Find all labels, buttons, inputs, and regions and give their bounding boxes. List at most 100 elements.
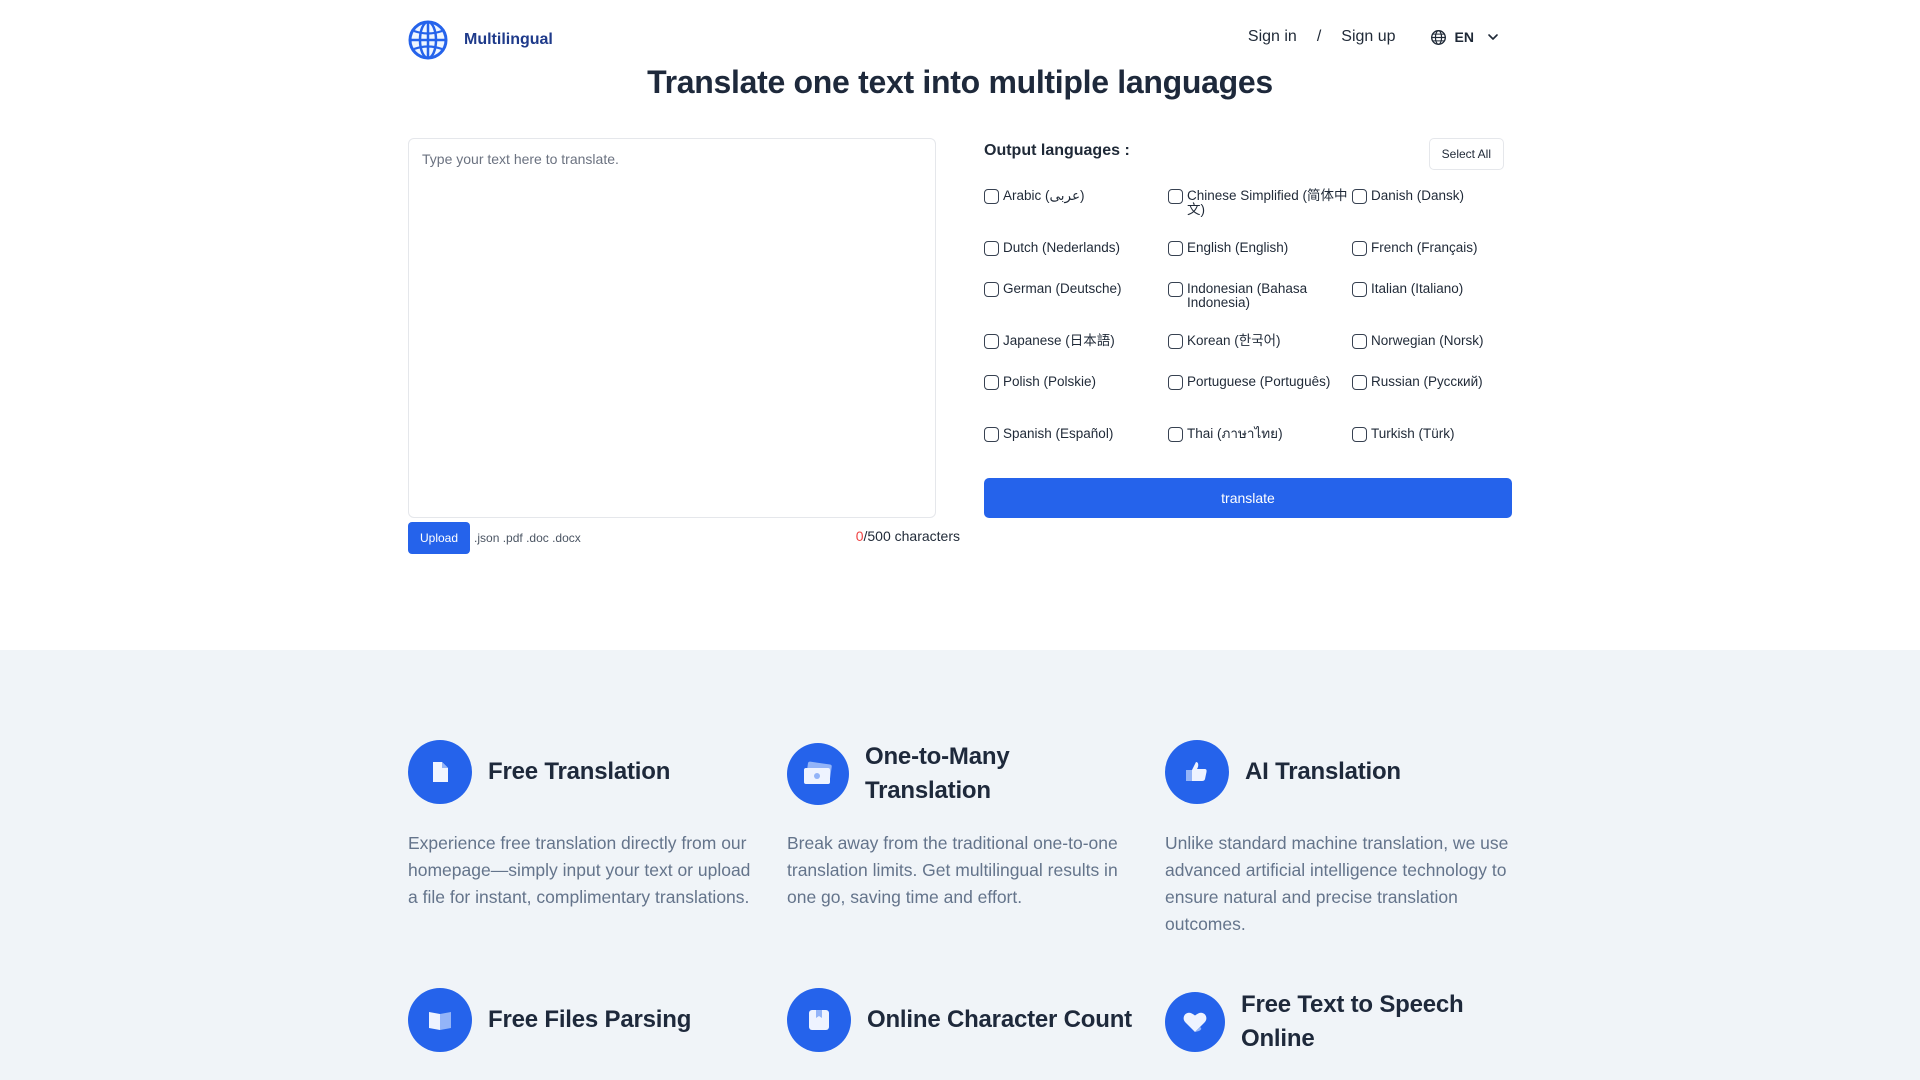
language-label: Chinese Simplified (简体中文) [1187,188,1348,217]
language-option[interactable]: French (Français) [1352,240,1512,281]
feature-description: Unlike standard machine translation, we … [1165,833,1509,934]
character-counter: 0/500 characters [856,528,960,544]
language-option[interactable]: German (Deutsche) [984,281,1168,333]
upload-button[interactable]: Upload [408,522,471,554]
language-label: Arabic (عربى) [1003,188,1085,203]
language-option[interactable]: Chinese Simplified (简体中文) [1168,188,1352,240]
language-checkbox[interactable] [1168,427,1183,442]
nav-separator: / [1316,28,1322,45]
document-icon [408,740,472,804]
language-option[interactable]: Arabic (عربى) [984,188,1168,240]
language-checkbox[interactable] [1168,334,1183,349]
language-option[interactable]: Portuguese (Português) [1168,374,1352,426]
feature-title: Free Text to Speech Online [1241,991,1464,1052]
feature-title: Free Translation [488,758,671,785]
features-section: Free Translation Experience free transla… [0,650,1920,1080]
language-label: Russian (Русский) [1371,374,1483,389]
language-checkbox-grid: Arabic (عربى) Chinese Simplified (简体中文) Da… [984,188,1512,467]
feature-title: AI Translation [1245,758,1401,785]
language-label: Thai (ภาษาไทย) [1187,426,1283,441]
language-checkbox[interactable] [984,334,999,349]
language-checkbox[interactable] [1168,282,1183,297]
language-option[interactable]: Korean (한국어) [1168,333,1352,374]
translate-button[interactable]: translate [984,478,1512,518]
feature-free-files-parsing: Free Files Parsing [408,988,753,1052]
language-checkbox[interactable] [984,189,999,204]
language-checkbox[interactable] [984,427,999,442]
language-checkbox[interactable] [1168,241,1183,256]
language-option[interactable]: Turkish (Türk) [1352,426,1512,467]
feature-ai-translation: AI Translation Unlike standard machine t… [1165,740,1510,938]
language-checkbox[interactable] [984,282,999,297]
feature-description: Break away from the traditional one-to-o… [787,833,1118,907]
feature-one-to-many: One-to-Many Translation Break away from … [787,740,1132,911]
language-option[interactable]: Spanish (Español) [984,426,1168,467]
text-input[interactable] [409,139,935,517]
feature-title: Free Files Parsing [488,1006,692,1033]
feature-title: Online Character Count [867,1006,1132,1033]
language-option[interactable]: Thai (ภาษาไทย) [1168,426,1352,467]
language-checkbox[interactable] [1168,375,1183,390]
language-label: Indonesian (Bahasa Indonesia) [1187,281,1308,310]
logo[interactable]: Multilingual [408,20,553,60]
language-label: Korean (한국어) [1187,333,1281,348]
character-count-current: 0 [855,528,864,544]
language-checkbox[interactable] [1352,241,1367,256]
language-option[interactable]: Dutch (Nederlands) [984,240,1168,281]
sign-in-link[interactable]: Sign in [1248,28,1297,46]
sign-up-link[interactable]: Sign up [1341,28,1395,46]
select-all-button[interactable]: Select All [1428,138,1504,170]
top-nav: Sign in / Sign up EN [1248,28,1500,46]
language-option[interactable]: Polish (Polskie) [984,374,1168,426]
language-label: English (English) [1187,240,1289,255]
language-label: German (Deutsche) [1003,281,1122,296]
upload-row: Upload .json .pdf .doc .docx 0/500 chara… [408,522,960,554]
globe-icon [1430,29,1446,45]
language-label: Spanish (Español) [1003,426,1114,441]
character-count-limit: /500 characters [863,528,961,544]
supported-file-types: .json .pdf .doc .docx [474,531,581,545]
language-checkbox[interactable] [1352,427,1367,442]
language-option[interactable]: Danish (Dansk) [1352,188,1512,240]
book-open-icon [408,988,472,1052]
feature-free-translation: Free Translation Experience free transla… [408,740,753,911]
language-label: French (Français) [1371,240,1478,255]
language-label: Portuguese (Português) [1187,374,1331,389]
bookmark-icon [787,988,851,1052]
chevron-down-icon [1488,34,1498,40]
language-option[interactable]: Russian (Русский) [1352,374,1512,426]
feature-description: Experience free translation directly fro… [408,833,751,907]
language-label: Japanese (日本語) [1003,333,1115,348]
language-label: Turkish (Türk) [1371,426,1455,441]
language-checkbox[interactable] [1352,189,1367,204]
language-checkbox[interactable] [1352,282,1367,297]
language-checkbox[interactable] [1352,375,1367,390]
language-label: Danish (Dansk) [1371,188,1465,203]
output-languages-title: Output languages : [984,142,1130,159]
feature-text-to-speech: Free Text to Speech Online [1165,988,1510,1056]
feature-title: One-to-Many Translation [865,743,1010,804]
language-option[interactable]: Japanese (日本語) [984,333,1168,374]
thumbs-up-icon [1165,740,1229,804]
text-input-container [408,138,936,518]
feature-online-character-count: Online Character Count [787,988,1132,1052]
language-checkbox[interactable] [1352,334,1367,349]
language-label: Dutch (Nederlands) [1003,240,1121,255]
language-label: Norwegian (Norsk) [1371,333,1484,348]
language-option[interactable]: Italian (Italiano) [1352,281,1512,333]
language-checkbox[interactable] [984,241,999,256]
globe-logo-icon [408,20,448,60]
banknotes-icon [787,743,849,805]
language-selector[interactable]: EN [1430,29,1500,46]
language-option[interactable]: Norwegian (Norsk) [1352,333,1512,374]
language-option[interactable]: Indonesian (Bahasa Indonesia) [1168,281,1352,333]
language-label: Polish (Polskie) [1003,374,1097,389]
language-checkbox[interactable] [984,375,999,390]
output-languages-panel: Output languages : Select All Arabic (عر… [984,138,1512,467]
language-checkbox[interactable] [1168,189,1183,204]
heart-icon [1165,992,1225,1052]
language-option[interactable]: English (English) [1168,240,1352,281]
language-code: EN [1454,29,1474,45]
language-label: Italian (Italiano) [1371,281,1464,296]
page-title: Translate one text into multiple languag… [647,64,1273,100]
